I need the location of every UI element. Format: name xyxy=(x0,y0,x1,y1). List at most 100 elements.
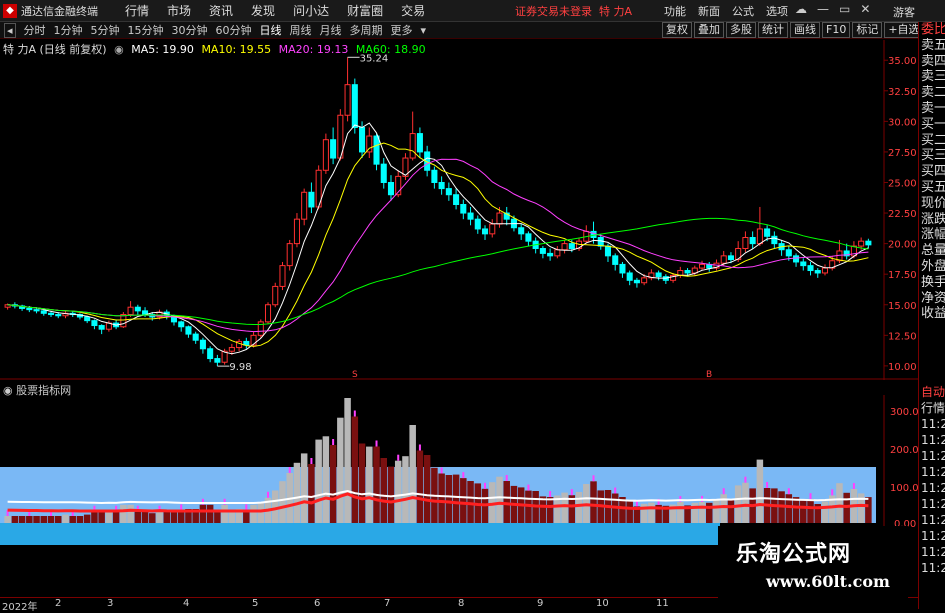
candle-body[interactable] xyxy=(858,240,865,247)
candle-body[interactable] xyxy=(489,223,496,235)
candle-body[interactable] xyxy=(47,312,55,316)
candle-body[interactable] xyxy=(387,181,395,196)
period-monthly[interactable]: 月线 xyxy=(320,22,342,38)
candle-body[interactable] xyxy=(322,139,329,171)
candle-body[interactable] xyxy=(619,263,626,274)
btn-diejia[interactable]: 叠加 xyxy=(694,22,724,38)
candle-body[interactable] xyxy=(199,339,206,350)
btn-tongji[interactable]: 统计 xyxy=(758,22,788,38)
rp2-auto[interactable]: 自动 xyxy=(919,384,945,400)
btn-biaoji[interactable]: 标记 xyxy=(852,22,883,38)
candle-body[interactable] xyxy=(698,263,706,269)
candle-body[interactable] xyxy=(279,265,286,287)
kline-chart[interactable]: 35.00 32.50 30.00 27.50 25.00 22.50 20.00 17.50… xyxy=(0,40,918,380)
candle-body[interactable] xyxy=(286,243,293,267)
candle-body[interactable] xyxy=(120,314,127,328)
period-more[interactable]: 更多 xyxy=(391,22,413,38)
candle-body[interactable] xyxy=(568,243,575,250)
candle-body[interactable] xyxy=(814,270,821,274)
candle-body[interactable] xyxy=(481,228,489,235)
candle-body[interactable] xyxy=(518,227,525,235)
period-60min[interactable]: 60分钟 xyxy=(216,22,252,38)
candle-body[interactable] xyxy=(308,191,315,208)
candle-body[interactable] xyxy=(344,84,351,116)
candle-body[interactable] xyxy=(655,272,662,278)
restore-icon[interactable]: ▭ xyxy=(839,2,850,16)
candle-body[interactable] xyxy=(785,249,792,257)
btn-f10[interactable]: F10 xyxy=(822,22,851,38)
candle-body[interactable] xyxy=(330,139,337,159)
rp2-hangqing[interactable]: 行情 xyxy=(919,400,945,416)
candle-body[interactable] xyxy=(359,126,366,153)
menu-gongshi[interactable]: 公式 xyxy=(732,3,754,19)
menu-gongneng[interactable]: 功能 xyxy=(664,3,686,19)
candle-body[interactable] xyxy=(293,218,300,245)
candle-body[interactable] xyxy=(597,237,604,247)
candle-body[interactable] xyxy=(727,255,734,261)
candle-body[interactable] xyxy=(98,325,105,330)
menu-wenxiaoda[interactable]: 问小达 xyxy=(293,2,329,19)
menu-hangqing[interactable]: 行情 xyxy=(125,2,149,19)
candle-body[interactable] xyxy=(351,84,358,128)
menu-caifuquan[interactable]: 财富圈 xyxy=(347,2,383,19)
period-15min[interactable]: 15分钟 xyxy=(128,22,164,38)
period-weekly[interactable]: 周线 xyxy=(290,22,312,38)
chevron-down-icon[interactable]: ▾ xyxy=(421,24,427,37)
candle-body[interactable] xyxy=(366,135,373,153)
candle-body[interactable] xyxy=(438,181,445,190)
candle-body[interactable] xyxy=(373,135,380,165)
candle-body[interactable] xyxy=(720,255,727,264)
candle-body[interactable] xyxy=(134,306,141,312)
menu-xuanxiang[interactable]: 选项 xyxy=(766,3,788,19)
candle-body[interactable] xyxy=(821,267,829,274)
candle-body[interactable] xyxy=(380,163,387,183)
candle-body[interactable] xyxy=(33,309,40,312)
candle-body[interactable] xyxy=(55,314,62,317)
candle-body[interactable] xyxy=(749,237,756,245)
period-daily[interactable]: 日线 xyxy=(260,22,282,38)
candle-body[interactable] xyxy=(756,228,763,245)
btn-duogu[interactable]: 多股 xyxy=(726,22,756,38)
candle-body[interactable] xyxy=(561,243,568,251)
candle-body[interactable] xyxy=(127,306,134,316)
candle-body[interactable] xyxy=(539,248,546,254)
menu-faxian[interactable]: 发现 xyxy=(251,2,275,19)
candle-body[interactable] xyxy=(460,203,467,214)
candle-body[interactable] xyxy=(590,230,597,239)
candle-body[interactable] xyxy=(684,270,691,274)
candle-body[interactable] xyxy=(272,285,279,306)
candle-body[interactable] xyxy=(633,279,640,284)
menu-zixun[interactable]: 资讯 xyxy=(209,2,233,19)
period-30min[interactable]: 30分钟 xyxy=(172,22,208,38)
candle-body[interactable] xyxy=(453,194,460,205)
candle-body[interactable] xyxy=(207,348,214,360)
candle-body[interactable] xyxy=(771,235,778,245)
candle-body[interactable] xyxy=(764,228,771,237)
back-icon[interactable]: ◂ xyxy=(4,22,16,38)
period-multi[interactable]: 多周期 xyxy=(350,22,383,38)
period-fenshi[interactable]: 分时 xyxy=(24,22,46,38)
candle-body[interactable] xyxy=(91,320,98,327)
menu-shichang[interactable]: 市场 xyxy=(167,2,191,19)
candle-body[interactable] xyxy=(626,272,633,281)
candle-body[interactable] xyxy=(185,326,192,335)
candle-body[interactable] xyxy=(800,261,807,267)
candle-body[interactable] xyxy=(612,255,619,265)
menu-xinmian[interactable]: 新面 xyxy=(698,3,720,19)
candle-body[interactable] xyxy=(416,133,423,153)
candle-body[interactable] xyxy=(84,316,91,322)
candle-body[interactable] xyxy=(228,347,235,352)
cloud-icon[interactable]: ☁ xyxy=(795,2,807,16)
close-icon[interactable]: ✕ xyxy=(860,2,870,16)
candle-body[interactable] xyxy=(445,188,452,196)
candle-body[interactable] xyxy=(409,133,416,159)
candle-body[interactable] xyxy=(431,169,438,183)
candle-body[interactable] xyxy=(474,218,481,230)
candle-body[interactable] xyxy=(496,212,503,225)
candle-body[interactable] xyxy=(793,255,800,263)
btn-huaxian[interactable]: 画线 xyxy=(790,22,820,38)
candle-body[interactable] xyxy=(40,310,47,314)
candle-body[interactable] xyxy=(467,212,474,220)
candle-body[interactable] xyxy=(214,358,221,363)
candle-body[interactable] xyxy=(525,233,532,242)
